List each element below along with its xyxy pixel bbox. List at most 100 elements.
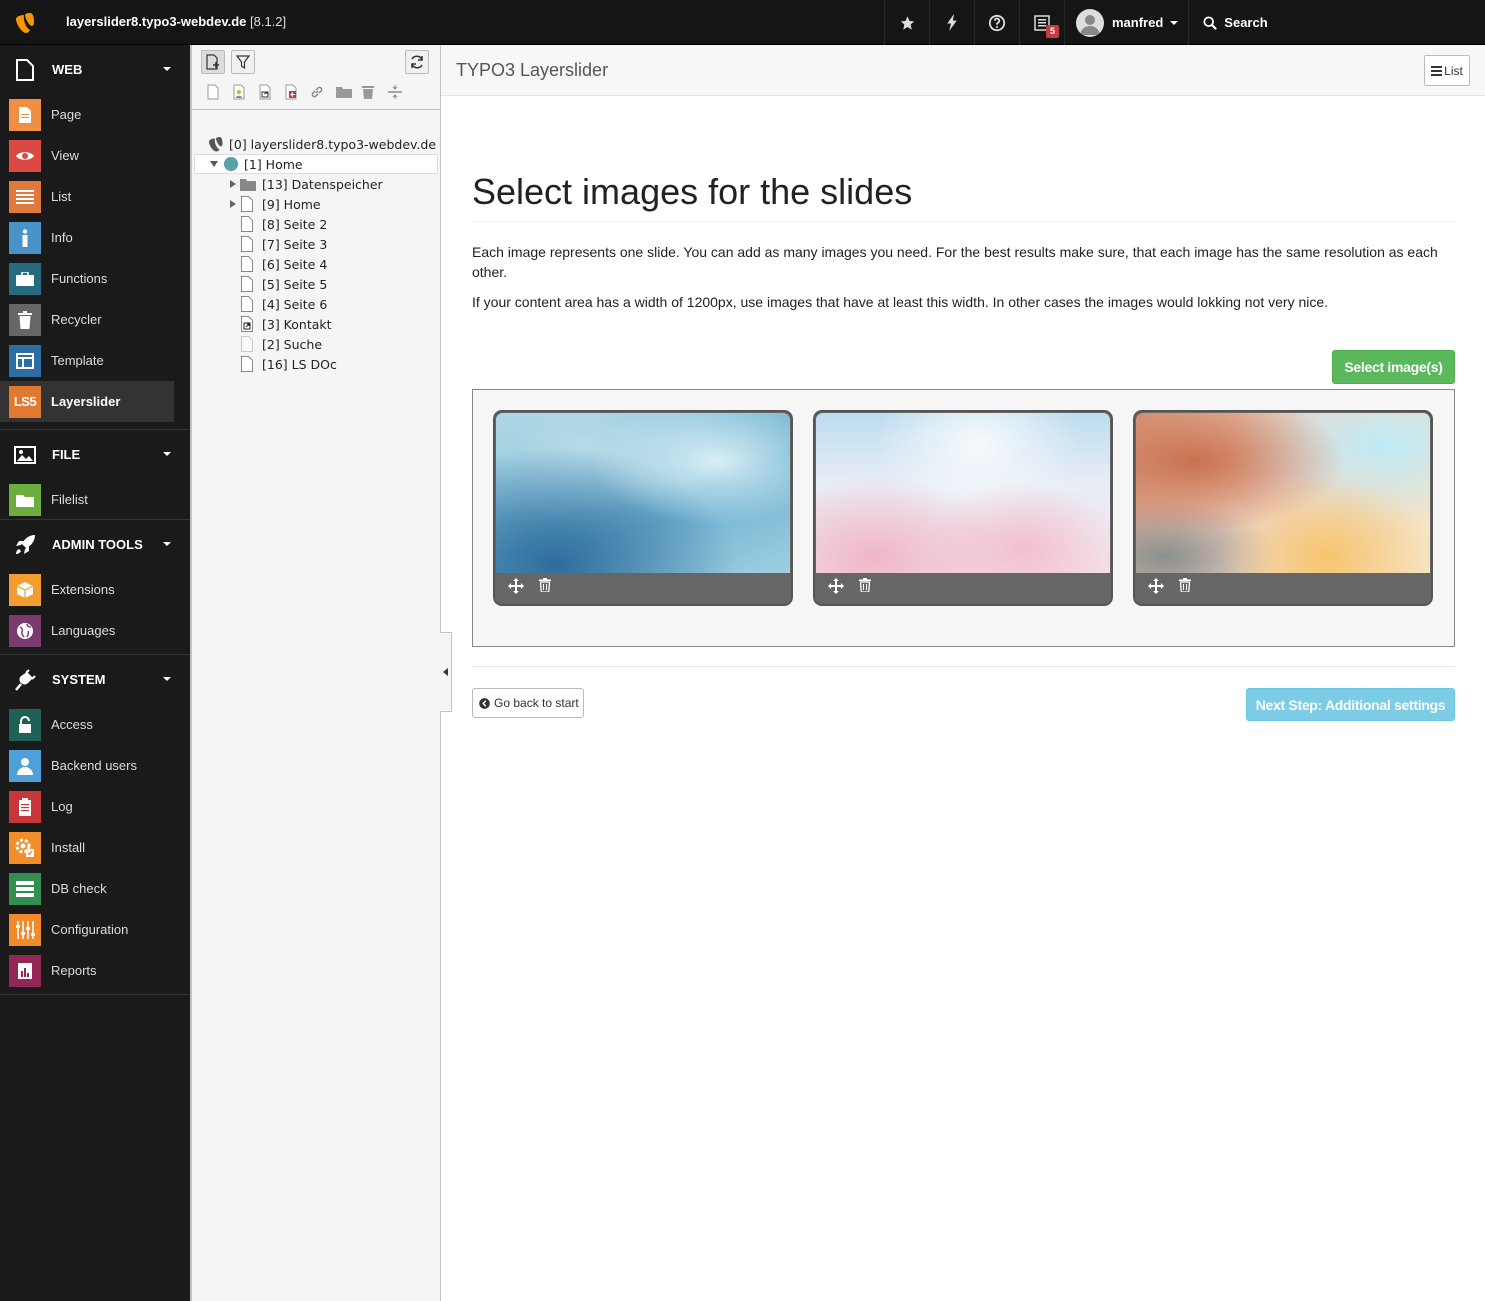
module-title: TYPO3 Layerslider (456, 60, 609, 80)
search-icon (1203, 15, 1218, 30)
user-menu[interactable]: manfred (1064, 0, 1188, 45)
shortcut-drag-icon[interactable] (258, 83, 284, 101)
module-group-web: WEB Page View List Info Functions Recycl… (0, 45, 190, 430)
help-button[interactable] (974, 0, 1019, 45)
tree-node[interactable]: [16] LS DOc (240, 354, 337, 374)
list-view-button[interactable]: List (1424, 55, 1470, 86)
chevron-down-icon (163, 542, 171, 546)
recycler-drag-icon[interactable] (362, 83, 388, 101)
delete-slide-icon[interactable] (530, 578, 559, 594)
go-back-button[interactable]: Go back to start (472, 688, 584, 718)
module-install[interactable]: Install (0, 827, 174, 868)
tree-node[interactable]: [8] Seite 2 (240, 214, 327, 234)
slide-card[interactable] (493, 410, 793, 606)
move-icon[interactable] (1141, 578, 1170, 594)
chevron-down-icon (163, 67, 171, 71)
clear-cache-button[interactable] (929, 0, 974, 45)
tree-node[interactable]: [7] Seite 3 (240, 234, 327, 254)
user-avatar-icon (1080, 14, 1100, 35)
module-group-header-admin-tools[interactable]: ADMIN TOOLS (0, 520, 190, 569)
filter-button[interactable] (231, 50, 255, 74)
globe-icon (9, 614, 41, 647)
page-icon (241, 236, 253, 252)
tree-node[interactable]: [3] Kontakt (240, 314, 332, 334)
module-info[interactable]: Info (0, 217, 174, 258)
chevron-circle-left-icon (479, 697, 490, 709)
tree-node[interactable]: [4] Seite 6 (240, 294, 327, 314)
hidden-page-icon (241, 336, 253, 352)
log-icon (9, 790, 41, 823)
tree-node[interactable]: [9] Home (230, 194, 321, 214)
select-images-button[interactable]: Select image(s) (1332, 350, 1455, 384)
slide-card[interactable] (1133, 410, 1433, 606)
page-icon (241, 296, 253, 312)
page-title: Select images for the slides (472, 171, 1455, 222)
template-icon (9, 344, 41, 377)
move-icon[interactable] (501, 578, 530, 594)
move-icon[interactable] (821, 578, 850, 594)
refresh-button[interactable] (405, 50, 429, 74)
typo3-root-icon (209, 137, 223, 152)
standard-page-drag-icon[interactable] (206, 83, 232, 101)
tree-node[interactable]: [6] Seite 4 (240, 254, 327, 274)
collapse-triangle-icon[interactable] (210, 161, 218, 167)
module-template[interactable]: Template (0, 340, 174, 381)
folder-drag-icon[interactable] (336, 83, 362, 101)
system-info-button[interactable]: 5 (1019, 0, 1064, 45)
tree-node-selected[interactable]: [1] Home (194, 154, 438, 174)
module-filelist[interactable]: Filelist (0, 479, 174, 520)
module-layerslider[interactable]: LS5 Layerslider (0, 381, 174, 422)
tree-node[interactable]: [5] Seite 5 (240, 274, 327, 294)
tree-node[interactable]: [2] Suche (240, 334, 322, 354)
expand-triangle-icon[interactable] (230, 200, 236, 208)
module-menu: WEB Page View List Info Functions Recycl… (0, 45, 190, 1301)
module-list[interactable]: List (0, 176, 174, 217)
module-languages[interactable]: Languages (0, 610, 174, 651)
delete-slide-icon[interactable] (850, 578, 879, 594)
database-icon (9, 872, 41, 905)
link-drag-icon[interactable] (310, 83, 336, 101)
typo3-logo[interactable] (0, 0, 50, 45)
rocket-icon (13, 533, 37, 557)
module-configuration[interactable]: Configuration (0, 909, 174, 950)
module-page[interactable]: Page (0, 94, 174, 135)
tree-toolbar (192, 45, 440, 110)
bookmarks-button[interactable] (884, 0, 929, 45)
module-view[interactable]: View (0, 135, 174, 176)
next-step-button[interactable]: Next Step: Additional settings (1246, 688, 1455, 721)
width-hint-paragraph: If your content area has a width of 1200… (472, 294, 1329, 310)
slide-controls (821, 578, 879, 594)
module-group-header-web[interactable]: WEB (0, 45, 190, 94)
divider-drag-icon[interactable] (388, 83, 414, 101)
tree-root[interactable]: [0] layerslider8.typo3-webdev.de (208, 134, 436, 154)
typo3-logo-icon (16, 12, 34, 33)
trash-icon (9, 303, 41, 336)
expand-triangle-icon[interactable] (230, 180, 236, 188)
module-recycler[interactable]: Recycler (0, 299, 174, 340)
shortcut-page-icon (241, 316, 253, 332)
filter-icon (236, 55, 250, 69)
module-group-header-system[interactable]: SYSTEM (0, 655, 190, 704)
backend-user-section-drag-icon[interactable] (232, 83, 258, 101)
search-button[interactable]: Search (1188, 0, 1398, 45)
filelist-icon (9, 483, 41, 516)
module-access[interactable]: Access (0, 704, 174, 745)
doc-header: TYPO3 Layerslider List (441, 45, 1485, 96)
module-functions[interactable]: Functions (0, 258, 174, 299)
module-reports[interactable]: Reports (0, 950, 174, 991)
module-group-header-file[interactable]: FILE (0, 430, 190, 479)
delete-slide-icon[interactable] (1170, 578, 1199, 594)
slide-card[interactable] (813, 410, 1113, 606)
tree-node[interactable]: [13] Datenspeicher (230, 174, 383, 194)
new-page-icon (206, 54, 219, 70)
new-page-toggle-button[interactable] (201, 50, 225, 74)
module-db-check[interactable]: DB check (0, 868, 174, 909)
collapse-tree-toggle[interactable] (440, 632, 452, 712)
bars-icon (1431, 65, 1443, 76)
mountpoint-drag-icon[interactable] (284, 83, 310, 101)
module-log[interactable]: Log (0, 786, 174, 827)
module-extensions[interactable]: Extensions (0, 569, 174, 610)
page-icon (241, 196, 253, 212)
eye-icon (9, 139, 41, 172)
module-backend-users[interactable]: Backend users (0, 745, 174, 786)
